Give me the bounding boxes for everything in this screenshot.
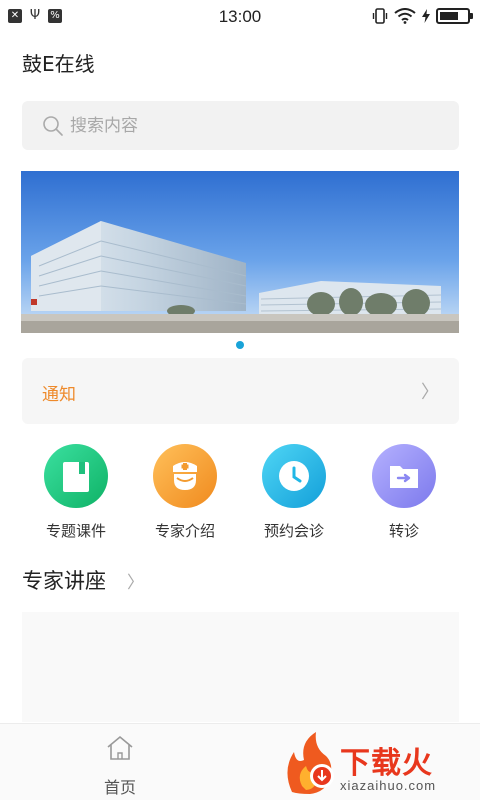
shortcut-label: 专题课件: [45, 522, 106, 540]
folder-transfer-icon: [372, 444, 436, 508]
clock-icon: [262, 444, 326, 508]
pagination-dot-active[interactable]: [236, 341, 244, 349]
battery-icon: [436, 8, 473, 24]
shortcut-label: 转诊: [388, 522, 419, 540]
charging-icon: [422, 9, 430, 23]
document-icon: [44, 444, 108, 508]
shortcut-grid: 专题课件 专家介绍 预约会诊 转诊: [0, 444, 480, 544]
search-input[interactable]: [70, 101, 440, 150]
watermark-text: 下载火: [340, 746, 433, 781]
nav-home-label: 首页: [103, 778, 136, 797]
shortcut-experts[interactable]: 专家介绍: [135, 444, 235, 541]
notice-bar[interactable]: 通知 〉: [22, 358, 459, 424]
chevron-right-icon[interactable]: 〉: [127, 568, 144, 593]
status-right-icons: [372, 8, 473, 24]
shortcut-referral[interactable]: 转诊: [354, 444, 454, 541]
search-bar[interactable]: [22, 101, 459, 150]
lecture-list-placeholder: [22, 612, 459, 722]
banner-image[interactable]: [21, 171, 459, 333]
shortcut-label: 专家介绍: [154, 522, 215, 540]
notice-label: 通知: [42, 385, 76, 405]
hospital-building-image: [21, 171, 459, 333]
search-icon: [43, 116, 63, 136]
nav-home[interactable]: 首页: [92, 734, 148, 798]
vibrate-icon: [372, 8, 388, 24]
doctor-icon: [153, 444, 217, 508]
wifi-icon: [394, 8, 416, 24]
banner-pagination: [0, 341, 480, 349]
shortcut-appointment[interactable]: 预约会诊: [244, 444, 344, 541]
watermark-url: xiazaihuo.com: [340, 778, 437, 793]
section-title-lectures[interactable]: 专家讲座: [22, 565, 106, 595]
shortcut-label: 预约会诊: [263, 522, 324, 540]
page-title: 鼓E在线: [22, 52, 95, 76]
shortcut-courseware[interactable]: 专题课件: [26, 444, 126, 541]
chevron-right-icon: 〉: [421, 382, 439, 403]
status-bar: ✕ Ψ % 13:00: [0, 0, 480, 34]
home-icon: [107, 735, 133, 760]
